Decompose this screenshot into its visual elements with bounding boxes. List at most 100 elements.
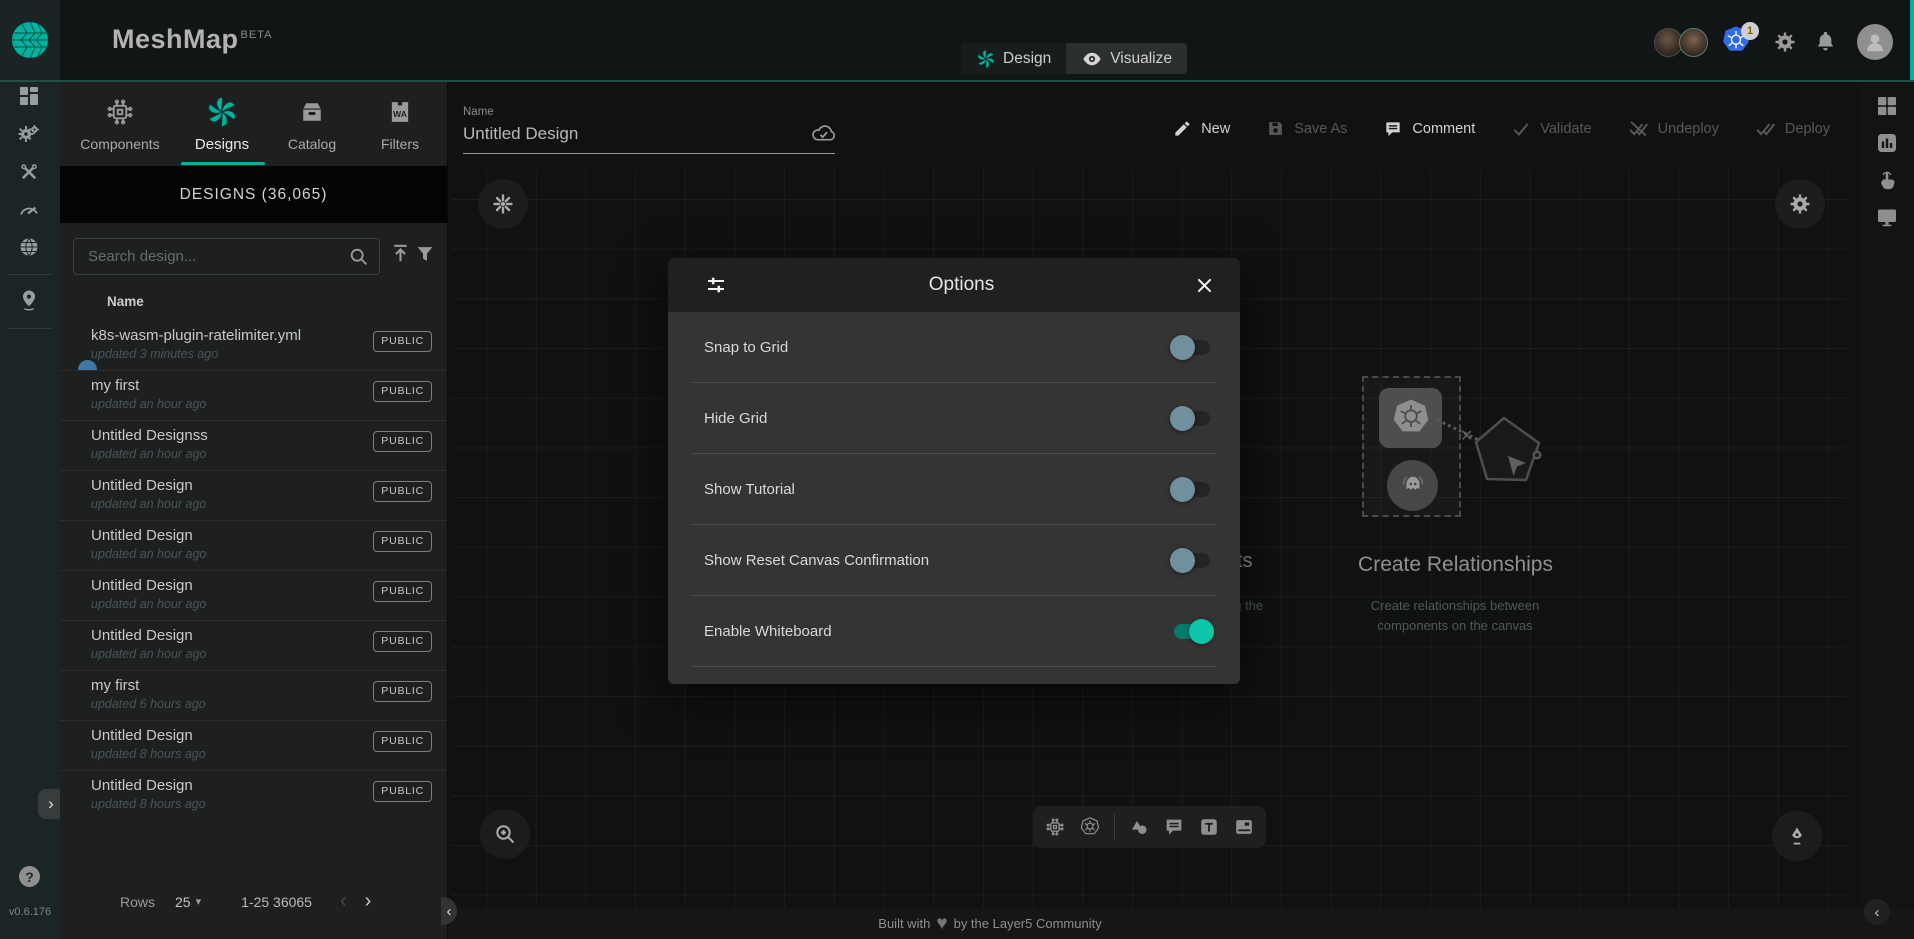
speedometer-icon bbox=[17, 198, 41, 222]
gear-icon bbox=[1773, 30, 1797, 54]
user-avatar-button[interactable] bbox=[1857, 24, 1893, 60]
nav-dashboard[interactable] bbox=[17, 84, 41, 108]
design-row[interactable]: my first updated 6 hours ago PUBLIC bbox=[60, 670, 447, 720]
enable-whiteboard-toggle[interactable] bbox=[1174, 624, 1210, 639]
settings-button[interactable] bbox=[1773, 30, 1797, 54]
nav-configuration[interactable] bbox=[17, 160, 41, 184]
prev-page-button[interactable]: ‹ bbox=[340, 890, 347, 913]
design-name-input[interactable] bbox=[463, 124, 835, 154]
nav-performance[interactable] bbox=[17, 198, 41, 222]
canvas-config-button[interactable] bbox=[478, 179, 528, 229]
tab-components[interactable]: Components bbox=[70, 96, 170, 152]
close-icon[interactable] bbox=[1195, 276, 1214, 295]
validate-button[interactable]: Validate bbox=[1511, 118, 1591, 139]
canvas-settings-button[interactable] bbox=[1775, 179, 1825, 229]
design-row[interactable]: Untitled Design updated an hour ago PUBL… bbox=[60, 520, 447, 570]
dock-text-tool[interactable] bbox=[1198, 816, 1220, 838]
tab-design-mode[interactable]: Design bbox=[961, 43, 1066, 74]
show-reset-canvas-confirmation-toggle[interactable] bbox=[1174, 553, 1210, 568]
design-row[interactable]: k8s-wasm-plugin-ratelimiter.yml updated … bbox=[60, 321, 447, 370]
undeploy-button[interactable]: Undeploy bbox=[1628, 118, 1719, 139]
design-name: Untitled Design bbox=[91, 727, 193, 744]
nav-lifecycle[interactable] bbox=[17, 122, 41, 146]
design-updated: updated 6 hours ago bbox=[91, 697, 206, 711]
design-row[interactable]: Untitled Designss updated an hour ago PU… bbox=[60, 420, 447, 470]
svg-text:WA: WA bbox=[393, 109, 407, 119]
gears-icon bbox=[17, 122, 41, 146]
design-row[interactable]: Untitled Design updated 8 hours ago PUBL… bbox=[60, 720, 447, 770]
dashboard-icon bbox=[17, 84, 41, 108]
dock-comment-tool[interactable] bbox=[1163, 816, 1185, 838]
show-tutorial-toggle[interactable] bbox=[1174, 482, 1210, 497]
right-panels-button[interactable] bbox=[1875, 94, 1899, 118]
collaborator-avatar-2[interactable] bbox=[1679, 28, 1708, 57]
rows-per-page-select[interactable]: 25 bbox=[175, 894, 191, 910]
tab-filters[interactable]: WA Filters bbox=[350, 96, 450, 152]
snap-to-grid-toggle[interactable] bbox=[1174, 340, 1210, 355]
right-interact-button[interactable] bbox=[1875, 168, 1899, 192]
new-button-label: New bbox=[1201, 121, 1230, 137]
design-name: Untitled Design bbox=[91, 477, 193, 494]
design-search bbox=[73, 238, 380, 275]
components-icon bbox=[105, 97, 135, 127]
dock-kubernetes-tool[interactable] bbox=[1079, 816, 1101, 838]
visibility-badge: PUBLIC bbox=[373, 681, 432, 702]
notifications-button[interactable] bbox=[1813, 29, 1838, 54]
comment-button[interactable]: Comment bbox=[1383, 118, 1475, 139]
dock-components-tool[interactable] bbox=[1044, 816, 1066, 838]
deploy-button-label: Deploy bbox=[1785, 121, 1830, 137]
next-page-button[interactable]: › bbox=[365, 890, 372, 913]
tab-designs[interactable]: Designs bbox=[172, 96, 272, 153]
visualize-mode-label: Visualize bbox=[1110, 50, 1172, 68]
filter-designs-button[interactable] bbox=[414, 243, 436, 265]
tab-catalog[interactable]: Catalog bbox=[262, 96, 362, 152]
collapse-right-panel-button[interactable]: ‹ bbox=[1864, 899, 1890, 925]
tab-catalog-label: Catalog bbox=[288, 136, 336, 152]
design-row[interactable]: my first updated an hour ago PUBLIC bbox=[60, 370, 447, 420]
eye-icon bbox=[1081, 48, 1103, 70]
hide-grid-toggle[interactable] bbox=[1174, 411, 1210, 426]
nav-meshmap[interactable] bbox=[17, 288, 41, 312]
deploy-button[interactable]: Deploy bbox=[1755, 118, 1830, 139]
zoom-button[interactable] bbox=[480, 809, 530, 859]
options-modal: Options Snap to Grid Hide Grid Show Tuto… bbox=[668, 258, 1240, 684]
dock-media-tool[interactable] bbox=[1233, 816, 1255, 838]
option-hide-grid: Hide Grid bbox=[668, 383, 1240, 453]
notification-drawer-edge bbox=[1910, 0, 1914, 80]
tab-visualize-mode[interactable]: Visualize bbox=[1066, 43, 1187, 74]
cloud-saved-icon bbox=[810, 120, 837, 147]
nav-extensions[interactable] bbox=[17, 235, 41, 259]
design-name: k8s-wasm-plugin-ratelimiter.yml bbox=[91, 327, 301, 344]
design-row[interactable]: Untitled Design updated 8 hours ago PUBL… bbox=[60, 770, 447, 820]
design-name: Untitled Design bbox=[91, 627, 193, 644]
visibility-badge: PUBLIC bbox=[373, 481, 432, 502]
monitor-icon bbox=[1875, 205, 1899, 229]
layer5-logo[interactable] bbox=[0, 0, 60, 80]
search-input[interactable] bbox=[86, 239, 350, 274]
whiteboard-pen-button[interactable] bbox=[1772, 811, 1822, 861]
pen-nib-icon bbox=[1785, 824, 1809, 848]
design-row[interactable]: Untitled Design updated an hour ago PUBL… bbox=[60, 570, 447, 620]
tab-components-label: Components bbox=[80, 136, 159, 152]
dock-shapes-tool[interactable] bbox=[1128, 816, 1150, 838]
catalog-icon bbox=[298, 98, 326, 126]
right-analytics-button[interactable] bbox=[1875, 131, 1899, 155]
caret-down-icon[interactable]: ▾ bbox=[196, 895, 202, 908]
footer: Built with ♥ by the Layer5 Community bbox=[448, 908, 1914, 939]
canvas-tools-dock bbox=[1033, 806, 1266, 848]
tutorial-x-mark: ✕ bbox=[1460, 426, 1473, 446]
help-button[interactable]: ? bbox=[19, 866, 40, 887]
wrenches-icon bbox=[17, 160, 41, 184]
validate-button-label: Validate bbox=[1540, 121, 1591, 137]
design-row[interactable]: Untitled Design updated an hour ago PUBL… bbox=[60, 470, 447, 520]
heart-icon: ♥ bbox=[936, 913, 947, 935]
option-enable-whiteboard: Enable Whiteboard bbox=[668, 596, 1240, 666]
pencil-icon bbox=[1173, 119, 1192, 138]
option-show-tutorial: Show Tutorial bbox=[668, 454, 1240, 524]
design-row[interactable]: Untitled Design updated an hour ago PUBL… bbox=[60, 620, 447, 670]
right-display-button[interactable] bbox=[1875, 205, 1899, 229]
kubernetes-icon bbox=[1389, 396, 1433, 440]
import-design-button[interactable] bbox=[389, 242, 412, 265]
new-button[interactable]: New bbox=[1173, 118, 1230, 139]
save-as-button[interactable]: Save As bbox=[1266, 118, 1347, 139]
